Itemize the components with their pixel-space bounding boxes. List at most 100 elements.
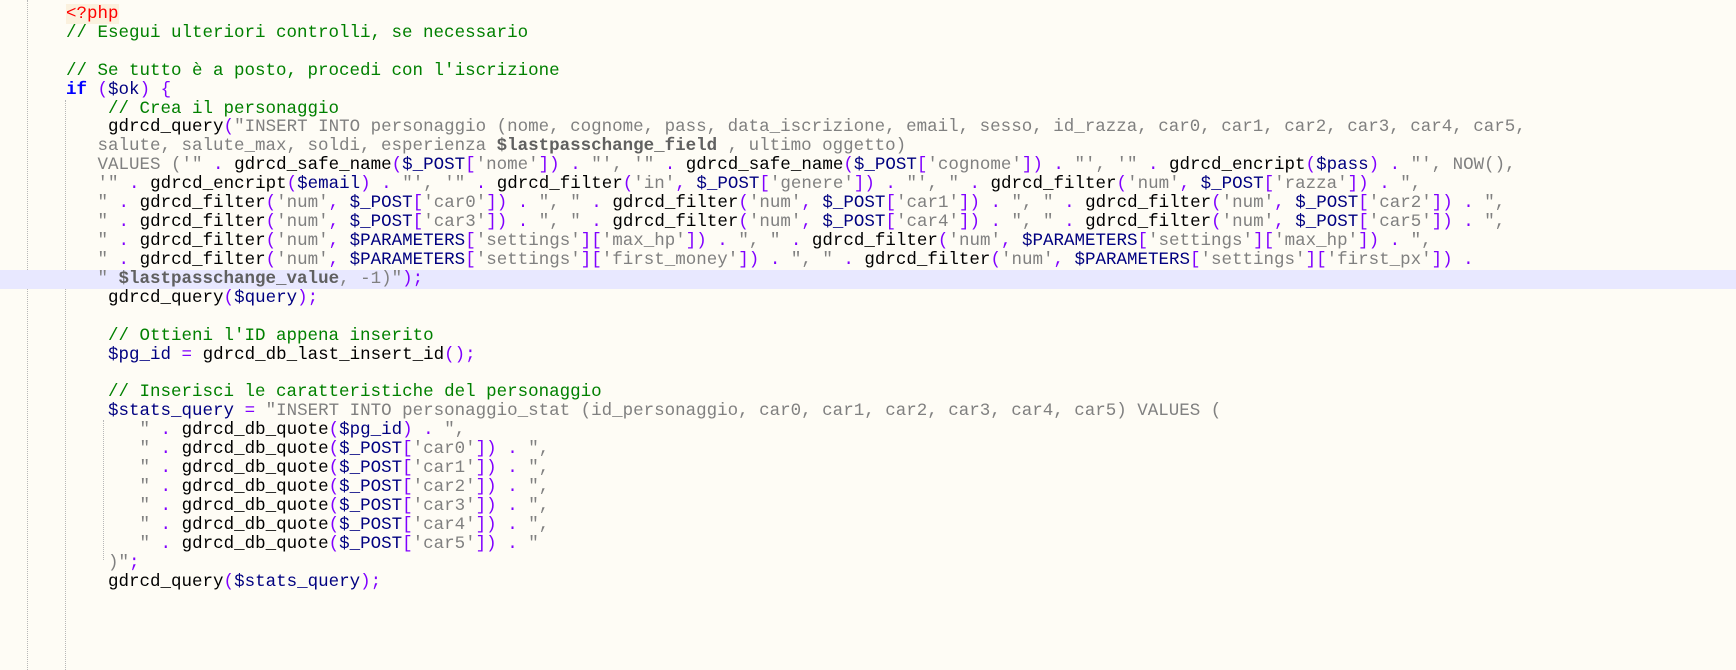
- code-operator: ]): [475, 495, 497, 516]
- code-operator: .: [990, 212, 1002, 233]
- code-line[interactable]: // Esegui ulteriori controlli, se necess…: [0, 23, 1736, 43]
- code-string: , ultimo oggetto): [717, 136, 907, 157]
- code-operator: ): [139, 79, 151, 100]
- code-string: ": [97, 268, 119, 289]
- code-line[interactable]: " . gdrcd_filter('num', $PARAMETERS['set…: [0, 232, 1736, 251]
- code-operator: .: [1053, 155, 1064, 176]
- code-line[interactable]: " . gdrcd_db_quote($_POST['car0']) . ",: [0, 440, 1736, 459]
- code-operator: (: [97, 79, 109, 100]
- code-line[interactable]: // Crea il personaggio: [0, 99, 1736, 119]
- code-line[interactable]: " . gdrcd_db_quote($_POST['car4']) . ",: [0, 514, 1736, 535]
- code-operator: (: [738, 212, 749, 233]
- code-string: "', '": [591, 155, 655, 176]
- code-line[interactable]: )";: [0, 553, 1736, 573]
- code-line[interactable]: gdrcd_query("INSERT INTO personaggio (no…: [0, 118, 1736, 137]
- code-identifier: gdrcd_filter: [139, 193, 266, 214]
- code-string: ",: [528, 458, 550, 479]
- code-operator: (: [1211, 212, 1222, 233]
- code-variable: $PARAMETERS: [349, 249, 466, 270]
- code-operator: (: [328, 439, 340, 460]
- code-line[interactable]: " . gdrcd_filter('num', $_POST['car0']) …: [0, 194, 1736, 213]
- code-variable: $_POST: [349, 193, 413, 214]
- code-line[interactable]: " . gdrcd_db_quote($pg_id) . ",: [0, 421, 1736, 440]
- code-editor[interactable]: <?php// Esegui ulteriori controlli, se n…: [0, 0, 1736, 670]
- code-line[interactable]: // Se tutto è a posto, procedi con l'isc…: [0, 61, 1736, 81]
- code-string: 'car2': [1368, 193, 1432, 214]
- code-string: 'car3': [412, 495, 476, 516]
- code-operator: [: [465, 230, 476, 251]
- code-operator: .: [570, 155, 581, 176]
- code-line[interactable]: [0, 364, 1736, 383]
- code-string: 'car4': [412, 514, 476, 535]
- code-operator: .: [160, 476, 172, 497]
- code-line[interactable]: VALUES ('" . gdrcd_safe_name($_POST['nom…: [0, 156, 1736, 175]
- code-line[interactable]: gdrcd_query($stats_query);: [0, 572, 1736, 592]
- code-line[interactable]: " . gdrcd_filter('num', $_POST['car3']) …: [0, 213, 1736, 232]
- code-operator: .: [160, 420, 172, 441]
- code-line[interactable]: " . gdrcd_db_quote($_POST['car3']) . ",: [0, 495, 1736, 516]
- code-line[interactable]: " . gdrcd_db_quote($_POST['car2']) . ",: [0, 478, 1736, 497]
- code-line[interactable]: salute, salute_max, soldi, esperienza $l…: [0, 137, 1736, 156]
- code-operator: (: [328, 420, 340, 441]
- code-line[interactable]: gdrcd_query($query);: [0, 288, 1736, 308]
- code-operator: .: [1463, 193, 1474, 214]
- code-line[interactable]: " . gdrcd_filter('num', $PARAMETERS['set…: [0, 249, 1736, 270]
- code-line[interactable]: '" . gdrcd_encript($email) . "', '" . gd…: [0, 175, 1736, 194]
- code-line[interactable]: // Inserisci le caratteristiche del pers…: [0, 383, 1736, 402]
- code-lines[interactable]: <?php// Esegui ulteriori controlli, se n…: [0, 0, 1736, 592]
- code-line[interactable]: $pg_id = gdrcd_db_last_insert_id();: [0, 344, 1736, 365]
- code-identifier: gdrcd_filter: [1085, 193, 1212, 214]
- code-line[interactable]: [0, 308, 1736, 327]
- code-string: 'car4': [895, 212, 959, 233]
- code-identifier: gdrcd_db_quote: [181, 476, 329, 497]
- code-line[interactable]: " . gdrcd_db_quote($_POST['car1']) . ",: [0, 459, 1736, 478]
- code-operator: (: [1211, 193, 1222, 214]
- code-line[interactable]: // Ottieni l'ID appena inserito: [0, 326, 1736, 346]
- code-variable: $_POST: [402, 155, 466, 176]
- code-line[interactable]: [0, 43, 1736, 62]
- code-identifier: gdrcd_db_last_insert_id: [202, 344, 445, 365]
- code-line[interactable]: " . gdrcd_db_quote($_POST['car5']) . ": [0, 534, 1736, 554]
- code-identifier: gdrcd_encript: [1169, 155, 1306, 176]
- code-line[interactable]: if ($ok) {: [0, 79, 1736, 100]
- code-line[interactable]: $stats_query = "INSERT INTO personaggio_…: [0, 402, 1736, 421]
- code-operator: ]): [1431, 193, 1453, 214]
- code-string: 'settings': [1148, 230, 1254, 251]
- code-variable: $_POST: [339, 514, 403, 535]
- code-operator: (: [1305, 155, 1317, 176]
- code-string: ": [66, 193, 109, 214]
- code-line[interactable]: <?php: [0, 3, 1736, 24]
- code-variable: $stats_query: [108, 401, 235, 422]
- code-string: 'car1': [412, 458, 476, 479]
- code-string: ",: [528, 495, 550, 516]
- code-line-current[interactable]: " $lastpasschange_value, -1)");: [0, 268, 1736, 289]
- code-operator: [: [1358, 193, 1369, 214]
- code-operator: .: [475, 174, 487, 195]
